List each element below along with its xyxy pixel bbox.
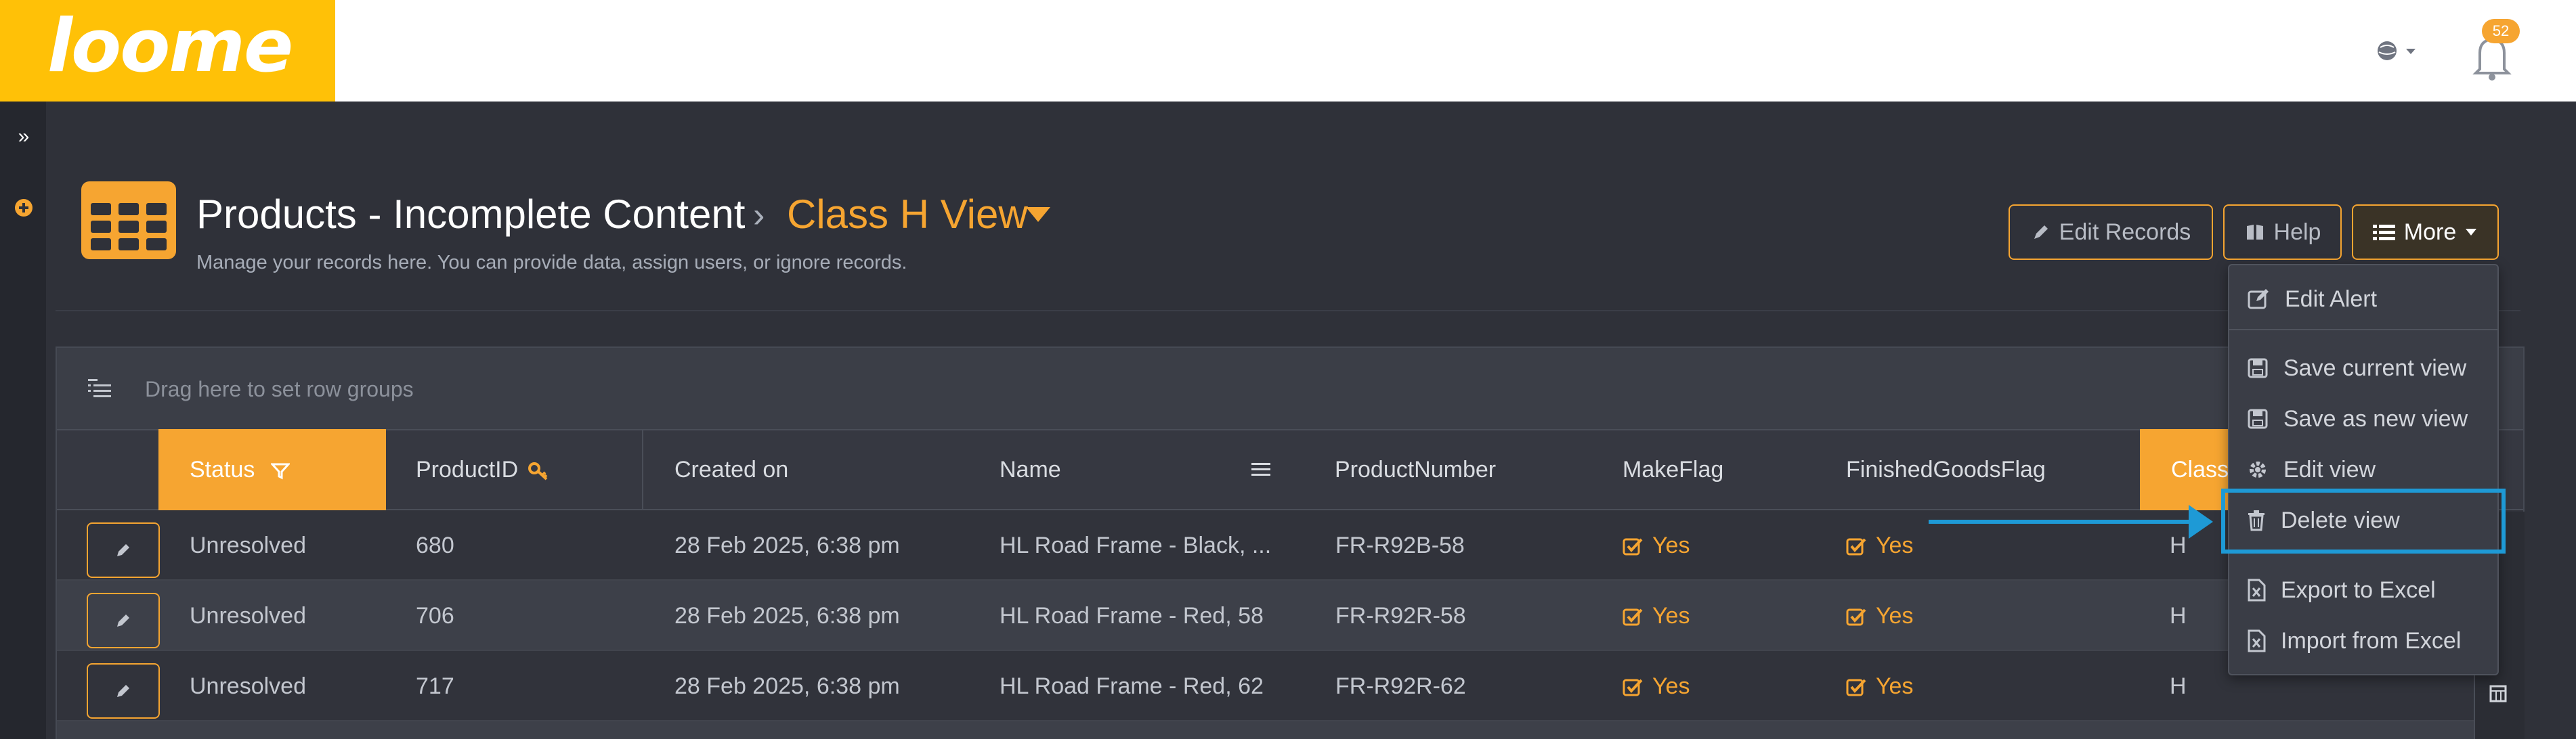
view-selector[interactable]: Class H View xyxy=(787,191,1028,238)
annotation-arrow-head xyxy=(2189,505,2213,539)
breadcrumb-separator: › xyxy=(753,196,765,235)
table-grid-icon xyxy=(81,181,176,259)
checkbox-checked-icon xyxy=(1623,679,1643,696)
menu-item-save-current-view[interactable]: Save current view xyxy=(2232,346,2495,390)
cell-make-flag: Yes xyxy=(1623,581,1690,651)
pencil-icon xyxy=(2034,225,2048,239)
page-title: Products - Incomplete Content xyxy=(196,192,746,237)
column-header-status[interactable]: Status xyxy=(158,429,386,510)
cell-finished-goods-flag: Yes xyxy=(1846,651,1913,721)
filter-icon[interactable] xyxy=(270,462,291,480)
list-icon xyxy=(2372,225,2395,240)
cell-created-on: 28 Feb 2025, 6:38 pm xyxy=(674,673,900,699)
cell-name: HL Road Frame - Black, ... xyxy=(1000,533,1272,558)
page-subtitle: Manage your records here. You can provid… xyxy=(196,252,907,273)
cell-status: Unresolved xyxy=(190,673,306,699)
column-header-name[interactable]: Name xyxy=(1000,429,1061,510)
cell-product-id: 706 xyxy=(416,603,454,629)
excel-icon xyxy=(2248,629,2266,652)
row-group-placeholder: Drag here to set row groups xyxy=(145,377,414,401)
header-divider xyxy=(56,310,2520,311)
gear-icon xyxy=(2250,462,2266,478)
edit-alert-icon xyxy=(2248,289,2269,309)
cell-product-number: FR-R92R-62 xyxy=(1335,673,1466,699)
plus-circle-icon[interactable] xyxy=(14,198,34,218)
save-icon xyxy=(2248,409,2268,429)
pencil-icon xyxy=(117,614,129,627)
menu-divider xyxy=(2229,329,2497,330)
columns-panel-icon[interactable] xyxy=(2489,685,2507,702)
menu-item-save-as-new-view[interactable]: Save as new view xyxy=(2232,397,2495,441)
pencil-icon xyxy=(117,685,129,697)
caret-down-icon[interactable] xyxy=(1026,207,1050,222)
cell-class: H xyxy=(2170,603,2187,629)
cell-created-on: 28 Feb 2025, 6:38 pm xyxy=(674,533,900,558)
globe-icon xyxy=(2378,41,2416,60)
delete-view-highlight-box xyxy=(2221,489,2506,554)
table-row[interactable]: Unresolved 706 28 Feb 2025, 6:38 pm HL R… xyxy=(57,581,2523,651)
more-button[interactable]: More xyxy=(2352,204,2499,260)
menu-item-export-to-excel[interactable]: Export to Excel xyxy=(2232,568,2495,612)
cell-created-on: 28 Feb 2025, 6:38 pm xyxy=(674,603,900,629)
annotation-arrow-line xyxy=(1929,520,2199,524)
checkbox-checked-icon xyxy=(1623,608,1643,626)
checkbox-checked-icon xyxy=(1846,679,1866,696)
column-header-created-on[interactable]: Created on xyxy=(674,429,788,510)
double-chevron-right-icon[interactable]: » xyxy=(12,125,35,148)
language-dropdown[interactable] xyxy=(2374,34,2428,68)
loome-logo[interactable]: loome xyxy=(0,0,335,102)
column-header-product-number[interactable]: ProductNumber xyxy=(1335,429,1496,510)
table-row[interactable]: Unresolved 717 28 Feb 2025, 6:38 pm HL R… xyxy=(57,651,2523,721)
cell-finished-goods-flag: Yes xyxy=(1846,510,1913,581)
excel-icon xyxy=(2248,579,2266,602)
cell-make-flag: Yes xyxy=(1623,651,1690,721)
cell-status: Unresolved xyxy=(190,533,306,558)
top-bar xyxy=(0,0,2576,102)
checkbox-checked-icon xyxy=(1846,538,1866,556)
cell-product-number: FR-R92B-58 xyxy=(1335,533,1465,558)
cell-name: HL Road Frame - Red, 62 xyxy=(1000,673,1264,699)
book-icon xyxy=(2246,225,2263,240)
cell-product-id: 717 xyxy=(416,673,454,699)
cell-make-flag: Yes xyxy=(1623,510,1690,581)
cell-status: Unresolved xyxy=(190,603,306,629)
table-row-partial xyxy=(57,721,2474,739)
column-menu-icon[interactable] xyxy=(1251,462,1270,477)
row-group-drop-zone[interactable] xyxy=(57,348,2523,429)
edit-row-button[interactable] xyxy=(87,663,160,719)
cell-finished-goods-flag: Yes xyxy=(1846,581,1913,651)
checkbox-checked-icon xyxy=(1846,608,1866,626)
cell-product-id: 680 xyxy=(416,533,454,558)
menu-item-import-from-excel[interactable]: Import from Excel xyxy=(2232,619,2495,663)
cell-product-number: FR-R92R-58 xyxy=(1335,603,1466,629)
row-group-icon xyxy=(87,376,114,401)
edit-row-button[interactable] xyxy=(87,593,160,648)
pencil-icon xyxy=(117,544,129,556)
edit-row-button[interactable] xyxy=(87,522,160,578)
caret-down-icon xyxy=(2466,229,2477,236)
menu-item-edit-view[interactable]: Edit view xyxy=(2232,448,2495,491)
checkbox-checked-icon xyxy=(1623,538,1643,556)
edit-records-button[interactable]: Edit Records xyxy=(2009,204,2213,260)
save-icon xyxy=(2248,358,2268,378)
cell-class: H xyxy=(2170,673,2187,699)
menu-item-edit-alert[interactable]: Edit Alert xyxy=(2232,277,2495,321)
column-header-product-id[interactable]: ProductID xyxy=(416,429,549,510)
cell-name: HL Road Frame - Red, 58 xyxy=(1000,603,1264,629)
column-header-make-flag[interactable]: MakeFlag xyxy=(1623,429,1723,510)
help-button[interactable]: Help xyxy=(2223,204,2342,260)
column-header-finished-goods-flag[interactable]: FinishedGoodsFlag xyxy=(1846,429,2046,510)
notification-count-badge: 52 xyxy=(2482,19,2520,43)
key-icon xyxy=(528,462,548,480)
